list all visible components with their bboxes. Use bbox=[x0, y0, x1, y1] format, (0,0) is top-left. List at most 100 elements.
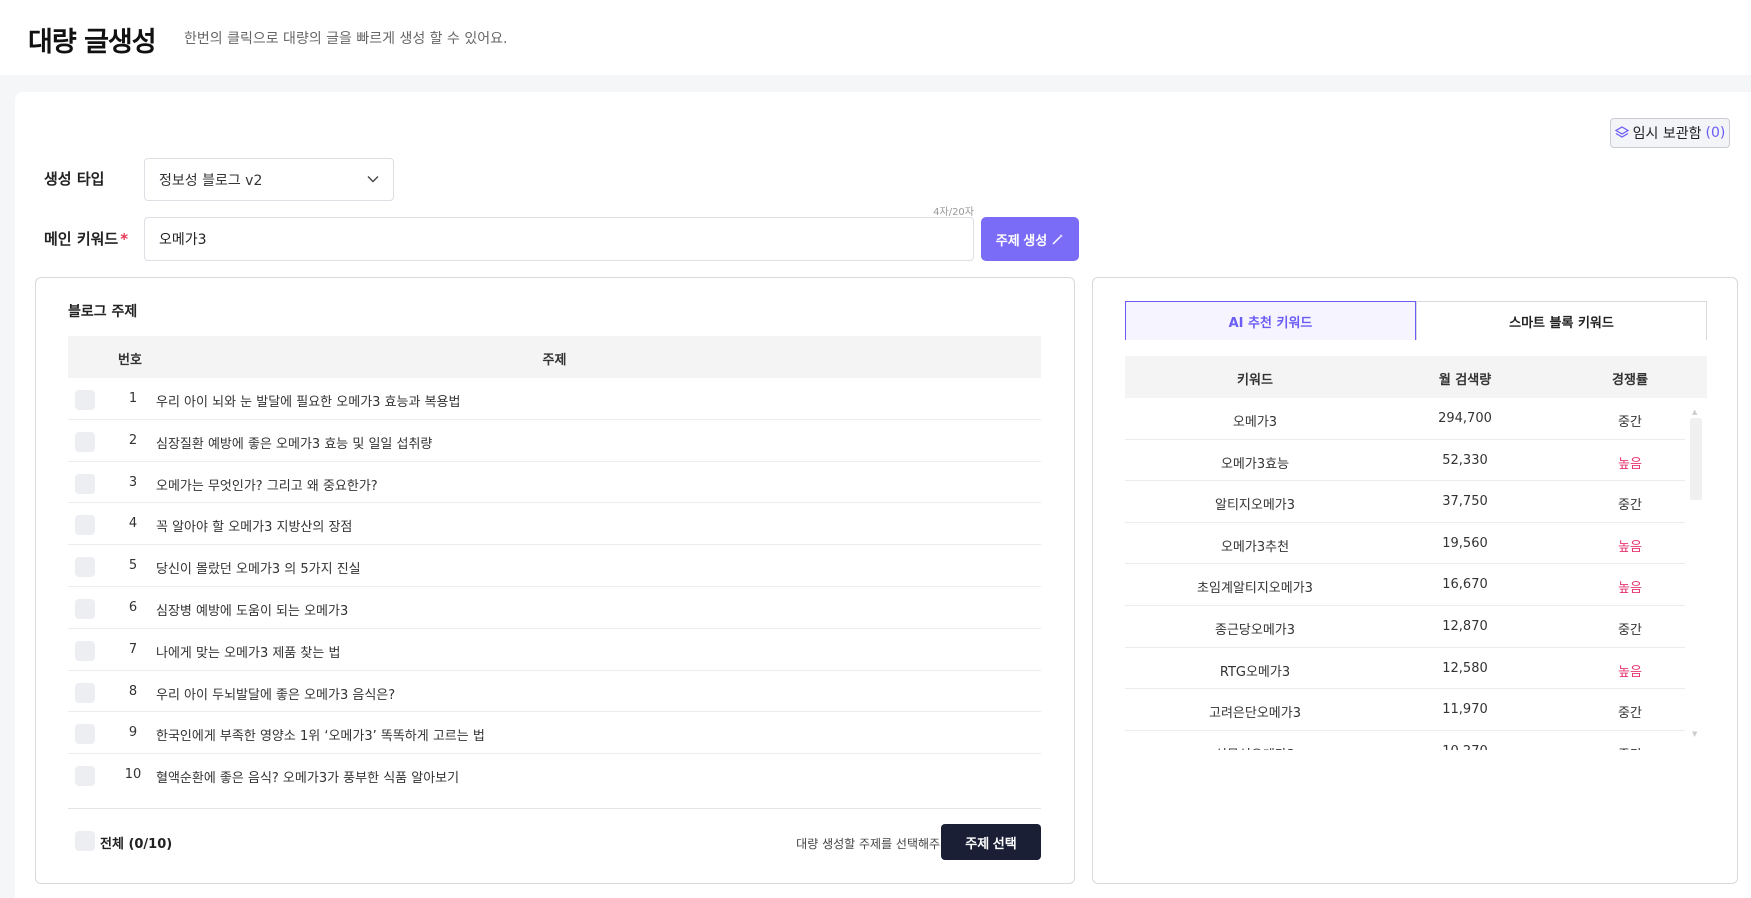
competition-cell: 높음 bbox=[1618, 581, 1642, 597]
page-subtitle: 한번의 클릭으로 대량의 글을 빠르게 생성 할 수 있어요. bbox=[184, 31, 508, 47]
topic-rows: 1 우리 아이 뇌와 눈 발달에 필요한 오메가3 효능과 복용법 2 심장질환 예방… bbox=[68, 378, 1041, 796]
header-volume: 월 검색량 bbox=[1438, 373, 1492, 388]
footer-divider bbox=[68, 808, 1041, 809]
keyword-cell: 알티지오메가3 bbox=[1214, 498, 1296, 514]
generate-topic-button[interactable]: 주제 생성 bbox=[981, 217, 1079, 261]
topic-checkbox[interactable] bbox=[75, 598, 95, 619]
topic-text: 우리 아이 뇌와 눈 발달에 필요한 오메가3 효능과 복용법 bbox=[156, 395, 461, 410]
keyword-cell: RTG오메가3 bbox=[1219, 664, 1291, 680]
select-topic-button[interactable]: 주제 선택 bbox=[941, 824, 1041, 860]
topic-text: 당신이 몰랐던 오메가3 의 5가지 진실 bbox=[156, 562, 361, 578]
topic-checkbox[interactable] bbox=[75, 515, 95, 536]
magic-wand-icon bbox=[1052, 233, 1064, 245]
table-row: 6 심장병 예방에 도움이 되는 오메가3 bbox=[68, 587, 1041, 629]
competition-cell: 높음 bbox=[1618, 539, 1642, 555]
keyword-cell: 고려은단오메가3 bbox=[1209, 706, 1301, 722]
table-row[interactable]: 오메가3효능 52,330 높음 bbox=[1125, 440, 1685, 482]
volume-cell: 16,670 bbox=[1442, 577, 1488, 593]
page-header: 대량 글생성 한번의 클릭으로 대량의 글을 빠르게 생성 할 수 있어요. bbox=[0, 0, 1751, 75]
topic-text: 나에게 맞는 오메가3 제품 찾는 법 bbox=[156, 645, 341, 661]
topic-checkbox[interactable] bbox=[75, 724, 95, 745]
required-mark: * bbox=[120, 230, 129, 248]
topic-checkbox[interactable] bbox=[75, 682, 95, 703]
topic-checkbox[interactable] bbox=[75, 390, 95, 410]
topic-text: 심장병 예방에 도움이 되는 오메가3 bbox=[156, 603, 349, 619]
competition-cell: 중간 bbox=[1618, 415, 1642, 430]
table-row: 10 혈액순환에 좋은 음식? 오메가3가 풍부한 식품 알아보기 bbox=[68, 754, 1041, 796]
select-hint: 대량 생성할 주제를 선택해주세요. bbox=[796, 837, 966, 851]
table-row[interactable]: 고려은단오메가3 11,970 중간 bbox=[1125, 689, 1685, 731]
keyword-cell: 종근당오메가3 bbox=[1214, 622, 1296, 638]
keyword-table-body: 오메가3 294,700 중간 오메가3효능 52,330 높음 알티지오메가3 37,750… bbox=[1125, 398, 1707, 750]
keyword-cell: 초임계알티지오메가3 bbox=[1197, 581, 1313, 597]
table-row[interactable]: 종근당오메가3 12,870 중간 bbox=[1125, 606, 1685, 648]
keyword-input[interactable] bbox=[144, 217, 974, 261]
table-row[interactable]: RTG오메가3 12,580 높음 bbox=[1125, 648, 1685, 690]
type-label: 생성 타입 bbox=[44, 170, 105, 188]
keyword-label-text: 메인 키워드 bbox=[44, 230, 119, 248]
generate-topic-label: 주제 생성 bbox=[995, 232, 1048, 248]
scroll-thumb[interactable] bbox=[1690, 418, 1702, 500]
table-row[interactable]: 알티지오메가3 37,750 중간 bbox=[1125, 481, 1685, 523]
tab-smart-block-keywords[interactable]: 스마트 블록 키워드 bbox=[1416, 301, 1707, 340]
table-row: 5 당신이 몰랐던 오메가3 의 5가지 진실 bbox=[68, 545, 1041, 587]
table-row: 2 심장질환 예방에 좋은 오메가3 효능 및 일일 섭취량 bbox=[68, 420, 1041, 462]
topic-number: 1 bbox=[128, 391, 138, 406]
topic-checkbox[interactable] bbox=[75, 473, 95, 494]
volume-cell: 37,750 bbox=[1442, 494, 1488, 510]
type-select-value: 정보성 블로그 v2 bbox=[159, 172, 263, 189]
keyword-table: 키워드 월 검색량 경쟁률 오메가3 294,700 중간 오메가3효능 52,330 높… bbox=[1125, 356, 1707, 750]
topic-number: 4 bbox=[128, 516, 138, 532]
topic-number: 9 bbox=[128, 725, 138, 741]
volume-cell: 11,970 bbox=[1442, 702, 1488, 718]
temp-box-count: (0) bbox=[1705, 125, 1726, 141]
keyword-cell: 오메가3효능 bbox=[1220, 456, 1290, 472]
table-row: 3 오메가는 무엇인가? 그리고 왜 중요한가? bbox=[68, 462, 1041, 504]
scroll-up-icon[interactable]: ▲ bbox=[1692, 408, 1700, 416]
topic-number: 3 bbox=[128, 474, 138, 490]
competition-cell: 높음 bbox=[1618, 664, 1642, 680]
keyword-cell: 오메가3추천 bbox=[1220, 539, 1290, 555]
table-row[interactable]: 식물성오메가310,270중간 bbox=[1125, 731, 1685, 750]
tab-ai-keywords[interactable]: AI 추천 키워드 bbox=[1125, 301, 1416, 340]
topic-table-header: 주제 번호 bbox=[68, 336, 1041, 378]
table-row[interactable]: 초임계알티지오메가3 16,670 높음 bbox=[1125, 564, 1685, 606]
layers-icon bbox=[1614, 126, 1629, 138]
table-row[interactable]: 오메가3추천 19,560 높음 bbox=[1125, 523, 1685, 565]
keyword-rows: 오메가3 294,700 중간 오메가3효능 52,330 높음 알티지오메가3 37,750… bbox=[1125, 398, 1707, 750]
topic-number: 5 bbox=[128, 558, 138, 574]
volume-cell: 12,580 bbox=[1442, 660, 1488, 676]
volume-cell: 19,560 bbox=[1442, 535, 1488, 551]
table-row[interactable]: 오메가3 294,700 중간 bbox=[1125, 398, 1685, 440]
topic-number: 7 bbox=[128, 641, 138, 657]
keyword-cell: 오메가3 bbox=[1232, 415, 1278, 430]
blog-topic-title: 블로그 주제 bbox=[68, 304, 138, 320]
topic-text: 오메가는 무엇인가? 그리고 왜 중요한가? bbox=[156, 478, 378, 494]
topic-checkbox[interactable] bbox=[75, 557, 95, 578]
table-row: 8 우리 아이 두뇌발달에 좋은 오메가3 음식은? bbox=[68, 671, 1041, 713]
volume-cell: 52,330 bbox=[1442, 452, 1488, 468]
keyword-table-header: 키워드 월 검색량 경쟁률 bbox=[1125, 356, 1707, 398]
volume-cell: 12,870 bbox=[1442, 618, 1488, 634]
competition-cell: 높음 bbox=[1618, 456, 1642, 472]
topic-number: 10 bbox=[124, 767, 142, 783]
chevron-down-icon bbox=[367, 176, 379, 183]
topic-table: 주제 번호 1 우리 아이 뇌와 눈 발달에 필요한 오메가3 효능과 복용법 2 심… bbox=[68, 336, 1041, 796]
scroll-down-icon[interactable]: ▼ bbox=[1692, 730, 1700, 738]
competition-cell: 중간 bbox=[1618, 706, 1642, 722]
table-row: 1 우리 아이 뇌와 눈 발달에 필요한 오메가3 효능과 복용법 bbox=[68, 378, 1041, 420]
topic-checkbox[interactable] bbox=[75, 766, 95, 787]
topic-checkbox[interactable] bbox=[75, 640, 95, 661]
topic-text: 꼭 알아야 할 오메가3 지방산의 장점 bbox=[156, 520, 353, 536]
header-topic: 주제 bbox=[542, 353, 567, 368]
keyword-cell: 식물성오메가3 bbox=[1125, 744, 1385, 750]
char-count: 4자/20자 bbox=[933, 207, 974, 218]
temp-box-button[interactable]: 임시 보관함 (0) bbox=[1610, 118, 1730, 148]
keyword-scrollbar[interactable]: ▲ ▼ bbox=[1689, 408, 1703, 738]
select-all-checkbox[interactable] bbox=[75, 831, 95, 851]
topic-number: 2 bbox=[128, 432, 138, 448]
type-select[interactable]: 정보성 블로그 v2 bbox=[144, 158, 394, 201]
header-keyword: 키워드 bbox=[1237, 373, 1273, 388]
volume-cell: 294,700 bbox=[1438, 411, 1492, 426]
topic-checkbox[interactable] bbox=[75, 431, 95, 452]
